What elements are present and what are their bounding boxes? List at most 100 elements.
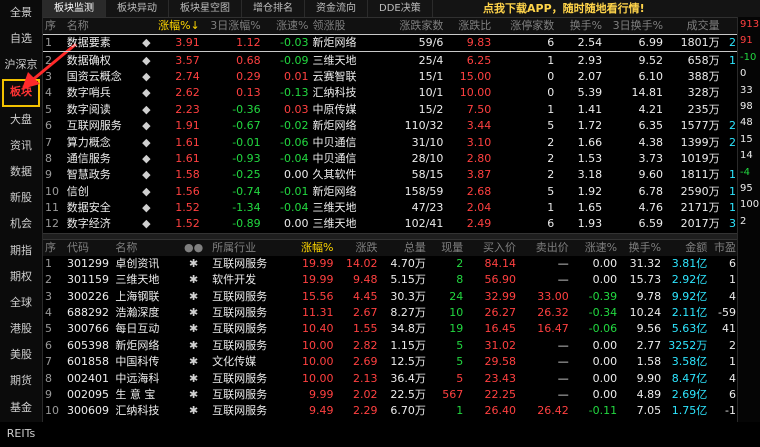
stock-name[interactable]: 上海钢联 [113,288,177,304]
sidebar-item-12[interactable]: 港股 [0,316,42,342]
sector-col-header[interactable]: 涨停家数 [493,18,557,35]
sector-row[interactable]: 5 数字阅读 ◆ 2.23 -0.36 0.03 中原传媒 15/2 7.50 1 1.41 4.21… [43,102,738,118]
sector-row[interactable]: 9 智慧政务 ◆ 1.58 -0.25 0.00 久其软件 58/15 3.87 2 3.18 9.6… [43,167,738,183]
sidebar-item-9[interactable]: 期指 [0,238,42,264]
sector-row[interactable]: 6 互联网服务 ◆ 1.91 -0.67 -0.02 新炬网络 110/32 3.44 5 1.72… [43,118,738,134]
sector-name[interactable]: 数据确权 [65,52,139,69]
splitter[interactable] [43,232,760,240]
stock-col-header[interactable]: ●● [177,239,211,256]
stock-col-header[interactable]: 买入价 [465,239,518,256]
stock-name[interactable]: 卓创资讯 [113,256,177,272]
leading-stock[interactable]: 三维天地 [311,200,383,216]
stock-row[interactable]: 1 301299 卓创资讯 ✱ 互联网服务 19.99 14.02 4.70万 2 84.14 — 0… [43,256,738,272]
stock-col-header[interactable]: 代码 [64,239,114,256]
sector-row[interactable]: 3 国资云概念 ◆ 2.74 0.29 0.01 云赛智联 15/1 15.00 0 2.07 6.1… [43,69,738,85]
stock-name[interactable]: 中国科传 [113,354,177,370]
sector-col-header[interactable]: 序 [43,18,65,35]
stock-name[interactable]: 生 意 宝 [113,387,177,403]
sidebar-item-3[interactable]: 板块 [2,78,40,107]
stock-row[interactable]: 6 605398 新炬网络 ✱ 互联网服务 10.00 2.82 1.15万 5 31.02 — 0.… [43,338,738,354]
sector-col-header[interactable]: 成交量 [665,18,722,35]
stock-col-header[interactable]: 现量 [427,239,466,256]
tab-1[interactable]: 板块异动 [106,0,169,17]
sector-row[interactable]: 10 信创 ◆ 1.56 -0.74 -0.01 新炬网络 158/59 2.68 5 1.92 6.… [43,184,738,200]
sector-row[interactable]: 4 数字哨兵 ◆ 2.62 0.13 -0.13 汇纳科技 10/1 10.00 0 5.39 14.… [43,85,738,101]
tab-4[interactable]: 资金流向 [305,0,368,17]
sector-name[interactable]: 信创 [65,184,139,200]
sector-row[interactable]: 11 数据安全 ◆ 1.52 -1.34 -0.04 三维天地 47/23 2.04 1 1.65 4… [43,200,738,216]
stock-col-header[interactable]: 名称 [113,239,178,256]
stock-col-header[interactable]: 涨速% [570,239,620,256]
leading-stock[interactable]: 中原传媒 [311,102,383,118]
download-app-promo[interactable]: 点我下载APP，随时随地看行情! [483,0,645,17]
sidebar-item-5[interactable]: 资讯 [0,133,42,159]
sidebar-item-11[interactable]: 全球 [0,290,42,316]
leading-stock[interactable]: 新炬网络 [310,33,383,53]
tab-3[interactable]: 增仓排名 [242,0,305,17]
stock-col-header[interactable]: 金额 [663,239,710,256]
leading-stock[interactable]: 新炬网络 [311,184,383,200]
sector-row[interactable]: 1 数据要素 ◆ 3.91 1.12 -0.03 新炬网络 59/6 9.83 6 2.54 6.99… [43,33,738,53]
sector-col-header[interactable]: 3日涨幅% [201,18,263,35]
leading-stock[interactable]: 汇纳科技 [311,85,383,101]
stock-col-header[interactable]: 换手% [619,239,664,256]
sector-name[interactable]: 数据要素 [64,33,139,53]
sector-row[interactable]: 2 数据确权 ◆ 3.57 0.68 -0.09 三维天地 25/4 6.25 1 2.93 9.52… [43,52,738,69]
sidebar-item-13[interactable]: 美股 [0,342,42,368]
sector-row[interactable]: 12 数字经济 ◆ 1.52 -0.89 0.00 三维天地 102/41 2.49 6 1.93 6… [43,216,738,232]
stock-name[interactable]: 新炬网络 [113,338,177,354]
sector-name[interactable]: 数字阅读 [65,102,139,118]
sector-col-header[interactable]: 涨跌比 [445,18,494,35]
stock-row[interactable]: 9 002095 生 意 宝 ✱ 互联网服务 9.99 2.02 22.5万 567 22.25 —… [43,387,738,403]
sector-name[interactable]: 互联网服务 [65,118,139,134]
tab-2[interactable]: 板块星空图 [169,0,242,17]
leading-stock[interactable]: 久其软件 [311,167,383,183]
stock-col-header[interactable]: 市盈 [709,239,738,256]
stock-col-header[interactable]: 所属行业 [210,239,290,256]
stock-row[interactable]: 5 300766 每日互动 ✱ 互联网服务 10.40 1.55 34.8万 19 16.45 16… [43,321,738,337]
sector-col-header[interactable]: 涨速% [262,18,311,35]
sidebar-item-10[interactable]: 期权 [0,264,42,290]
sidebar-item-16[interactable]: REITs [0,421,42,447]
sector-name[interactable]: 数字哨兵 [65,85,139,101]
sector-name[interactable]: 国资云概念 [65,69,139,85]
sidebar-item-2[interactable]: 沪深京 [0,52,42,78]
stock-name[interactable]: 中远海科 [113,370,177,386]
sidebar-item-0[interactable]: 全景 [0,0,42,26]
leading-stock[interactable]: 三维天地 [311,52,383,69]
leading-stock[interactable]: 中贝通信 [311,134,383,150]
tab-0[interactable]: 板块监测 [43,0,106,17]
stock-row[interactable]: 8 002401 中远海科 ✱ 互联网服务 10.00 2.13 36.4万 5 23.43 — 0.… [43,370,738,386]
leading-stock[interactable]: 三维天地 [311,216,383,232]
sidebar-item-4[interactable]: 大盘 [0,107,42,133]
stock-name[interactable]: 汇纳科技 [113,403,177,419]
sector-col-header[interactable]: 涨跌家数 [382,18,446,35]
stock-name[interactable]: 浩瀚深度 [113,305,177,321]
stock-col-header[interactable]: 卖出价 [517,239,571,256]
sidebar-item-14[interactable]: 期货 [0,368,42,394]
sector-col-header[interactable]: 换手% [556,18,605,35]
sidebar-item-6[interactable]: 数据 [0,159,42,185]
stock-row[interactable]: 10 300609 汇纳科技 ✱ 互联网服务 9.49 2.29 6.70万 1 26.40 26.… [43,403,738,419]
sector-name[interactable]: 智慧政务 [65,167,139,183]
stock-col-header[interactable]: 序 [43,239,65,256]
sidebar-item-8[interactable]: 机会 [0,211,42,237]
sector-col-header[interactable]: 名称 [64,18,139,35]
sector-col-header[interactable]: 3日换手% [604,18,666,35]
sector-col-header[interactable] [138,18,154,35]
stock-name[interactable]: 每日互动 [113,321,177,337]
stock-row[interactable]: 4 688292 浩瀚深度 ✱ 互联网服务 11.31 2.67 8.27万 10 26.27 26… [43,305,738,321]
sector-row[interactable]: 8 通信服务 ◆ 1.61 -0.93 -0.04 中贝通信 28/10 2.80 2 1.53 3.… [43,151,738,167]
stock-row[interactable]: 7 601858 中国科传 ✱ 文化传媒 10.00 2.69 12.5万 5 29.58 — 0.0… [43,354,738,370]
sector-row[interactable]: 7 算力概念 ◆ 1.61 -0.01 -0.06 中贝通信 31/10 3.10 2 1.66 4.… [43,134,738,150]
stock-col-header[interactable]: 总量 [379,239,428,256]
leading-stock[interactable]: 云赛智联 [311,69,383,85]
sector-name[interactable]: 数字经济 [65,216,139,232]
sector-col-header[interactable]: 涨幅%↓ [153,18,202,35]
stock-row[interactable]: 3 300226 上海钢联 ✱ 互联网服务 15.56 4.45 30.3万 24 32.99 33… [43,288,738,304]
sector-name[interactable]: 数据安全 [65,200,139,216]
sidebar-item-1[interactable]: 自选 [0,26,42,52]
stock-col-header[interactable]: 涨幅% [289,239,336,256]
stock-name[interactable]: 三维天地 [113,272,177,288]
sector-name[interactable]: 通信服务 [65,151,139,167]
